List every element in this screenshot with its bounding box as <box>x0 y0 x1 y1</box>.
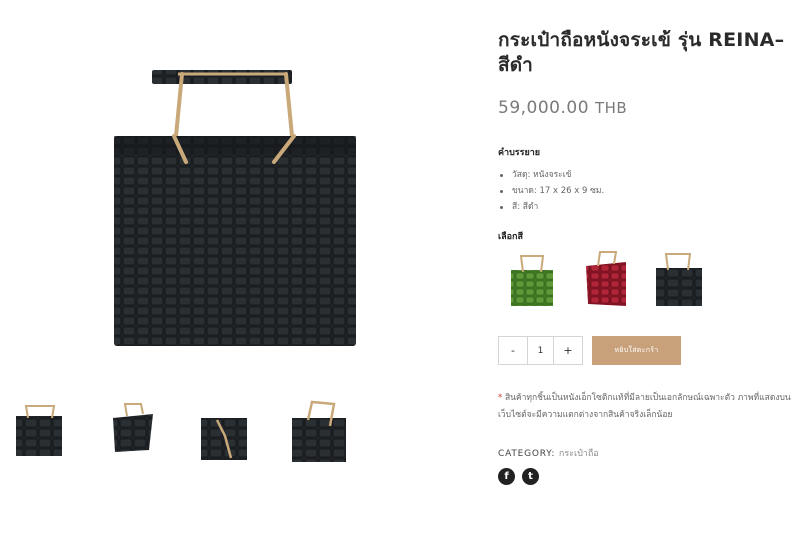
product-gallery <box>0 0 480 534</box>
price-currency: THB <box>594 99 628 117</box>
thumbnail-side[interactable] <box>195 398 255 462</box>
thumbnail-angle[interactable] <box>105 398 165 462</box>
add-to-cart-button[interactable]: หยิบใส่ตะกร้า <box>592 336 681 365</box>
detail-size: ขนาด: 17 x 26 x 9 ซม. <box>498 183 604 199</box>
note-marker: * <box>498 393 503 403</box>
quantity-stepper: - 1 + <box>498 336 583 365</box>
main-product-image[interactable] <box>108 66 360 348</box>
category-link[interactable]: กระเป๋าถือ <box>559 449 599 459</box>
thumbnail-detail[interactable] <box>290 398 350 462</box>
thumbnail-strip <box>10 398 360 468</box>
category-label: CATEGORY: <box>498 449 556 459</box>
product-category: CATEGORY: กระเป๋าถือ <box>498 446 599 460</box>
product-note: * สินค้าทุกชิ้นเป็นหนังเอ็กโซติกแท้ที่มี… <box>498 390 794 424</box>
detail-color: สี: สีดำ <box>498 199 604 215</box>
twitter-icon[interactable]: t <box>522 468 539 485</box>
detail-material: วัสดุ: หนังจระเข้ <box>498 167 604 183</box>
note-text: สินค้าทุกชิ้นเป็นหนังเอ็กโซติกแท้ที่มีลา… <box>498 393 791 420</box>
color-swatch-black[interactable] <box>652 248 706 310</box>
quantity-increase-button[interactable]: + <box>554 337 582 364</box>
facebook-icon[interactable]: f <box>498 468 515 485</box>
price-amount: 59,000.00 <box>498 98 590 118</box>
description-list: วัสดุ: หนังจระเข้ ขนาด: 17 x 26 x 9 ซม. … <box>498 167 604 215</box>
product-title: กระเป๋าถือหนังจระเข้ รุ่น REINA–สีดำ <box>498 29 785 76</box>
color-swatch-green[interactable] <box>505 248 559 310</box>
thumbnail-front[interactable] <box>10 398 70 462</box>
color-select-heading: เลือกสี <box>498 232 523 242</box>
social-share: f t <box>498 468 539 485</box>
quantity-decrease-button[interactable]: - <box>499 337 527 364</box>
description-heading: คำบรรยาย <box>498 148 541 158</box>
color-swatch-red[interactable] <box>580 248 634 310</box>
product-price: 59,000.00 THB <box>498 98 627 118</box>
quantity-input[interactable]: 1 <box>527 337 554 364</box>
